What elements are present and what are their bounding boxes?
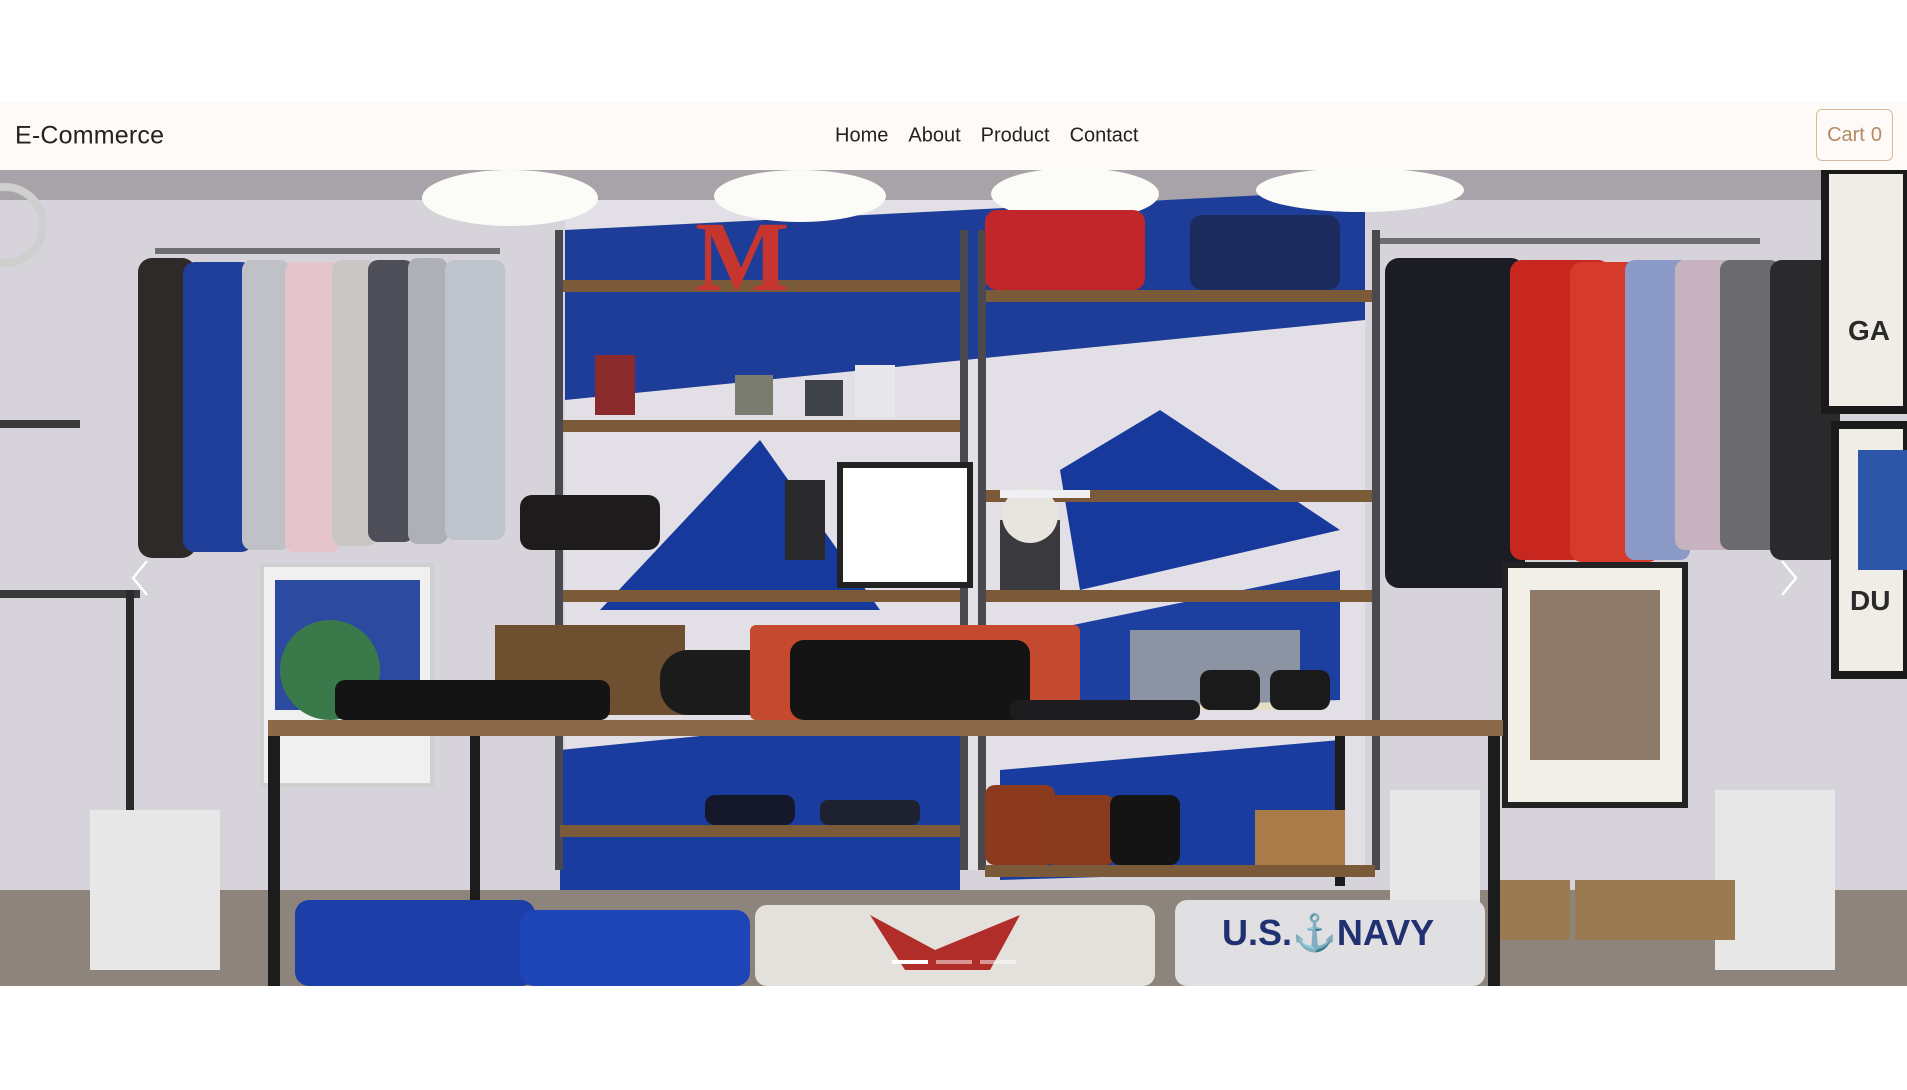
- nav-links: Home About Product Contact: [835, 125, 1139, 148]
- nav-item-product: Product: [981, 125, 1050, 148]
- hero-carousel: M GA DU U.S.⚓NAVY: [0, 170, 1907, 986]
- cart-button[interactable]: Cart 0: [1816, 109, 1893, 161]
- slide-image: M GA DU U.S.⚓NAVY: [0, 170, 1907, 986]
- nav-link-home[interactable]: Home: [835, 125, 888, 147]
- chevron-left-icon: [131, 560, 148, 596]
- brand-logo[interactable]: E-Commerce: [15, 122, 164, 151]
- nav-link-about[interactable]: About: [908, 125, 960, 147]
- carousel-next-button[interactable]: [1729, 170, 1849, 986]
- svg-text:U.S.⚓NAVY: U.S.⚓NAVY: [1222, 912, 1434, 953]
- nav-item-home: Home: [835, 125, 888, 148]
- nav-link-contact[interactable]: Contact: [1070, 125, 1139, 147]
- nav-item-contact: Contact: [1070, 125, 1139, 148]
- cart-label: Cart: [1827, 123, 1865, 146]
- cart-count: 0: [1870, 123, 1882, 146]
- carousel-indicators: [0, 960, 1907, 964]
- navbar: E-Commerce Home About Product Contact Ca…: [0, 102, 1907, 170]
- carousel-indicator-2[interactable]: [935, 960, 972, 964]
- nav-link-product[interactable]: Product: [981, 125, 1050, 147]
- svg-text:M: M: [695, 201, 789, 312]
- svg-text:DU: DU: [1850, 585, 1890, 616]
- page: E-Commerce Home About Product Contact Ca…: [0, 0, 1907, 1090]
- carousel-prev-button[interactable]: [80, 170, 200, 986]
- carousel-indicator-1[interactable]: [891, 960, 928, 964]
- carousel-indicator-3[interactable]: [979, 960, 1016, 964]
- chevron-right-icon: [1781, 560, 1798, 596]
- nav-item-about: About: [908, 125, 960, 148]
- svg-text:GA: GA: [1848, 315, 1890, 346]
